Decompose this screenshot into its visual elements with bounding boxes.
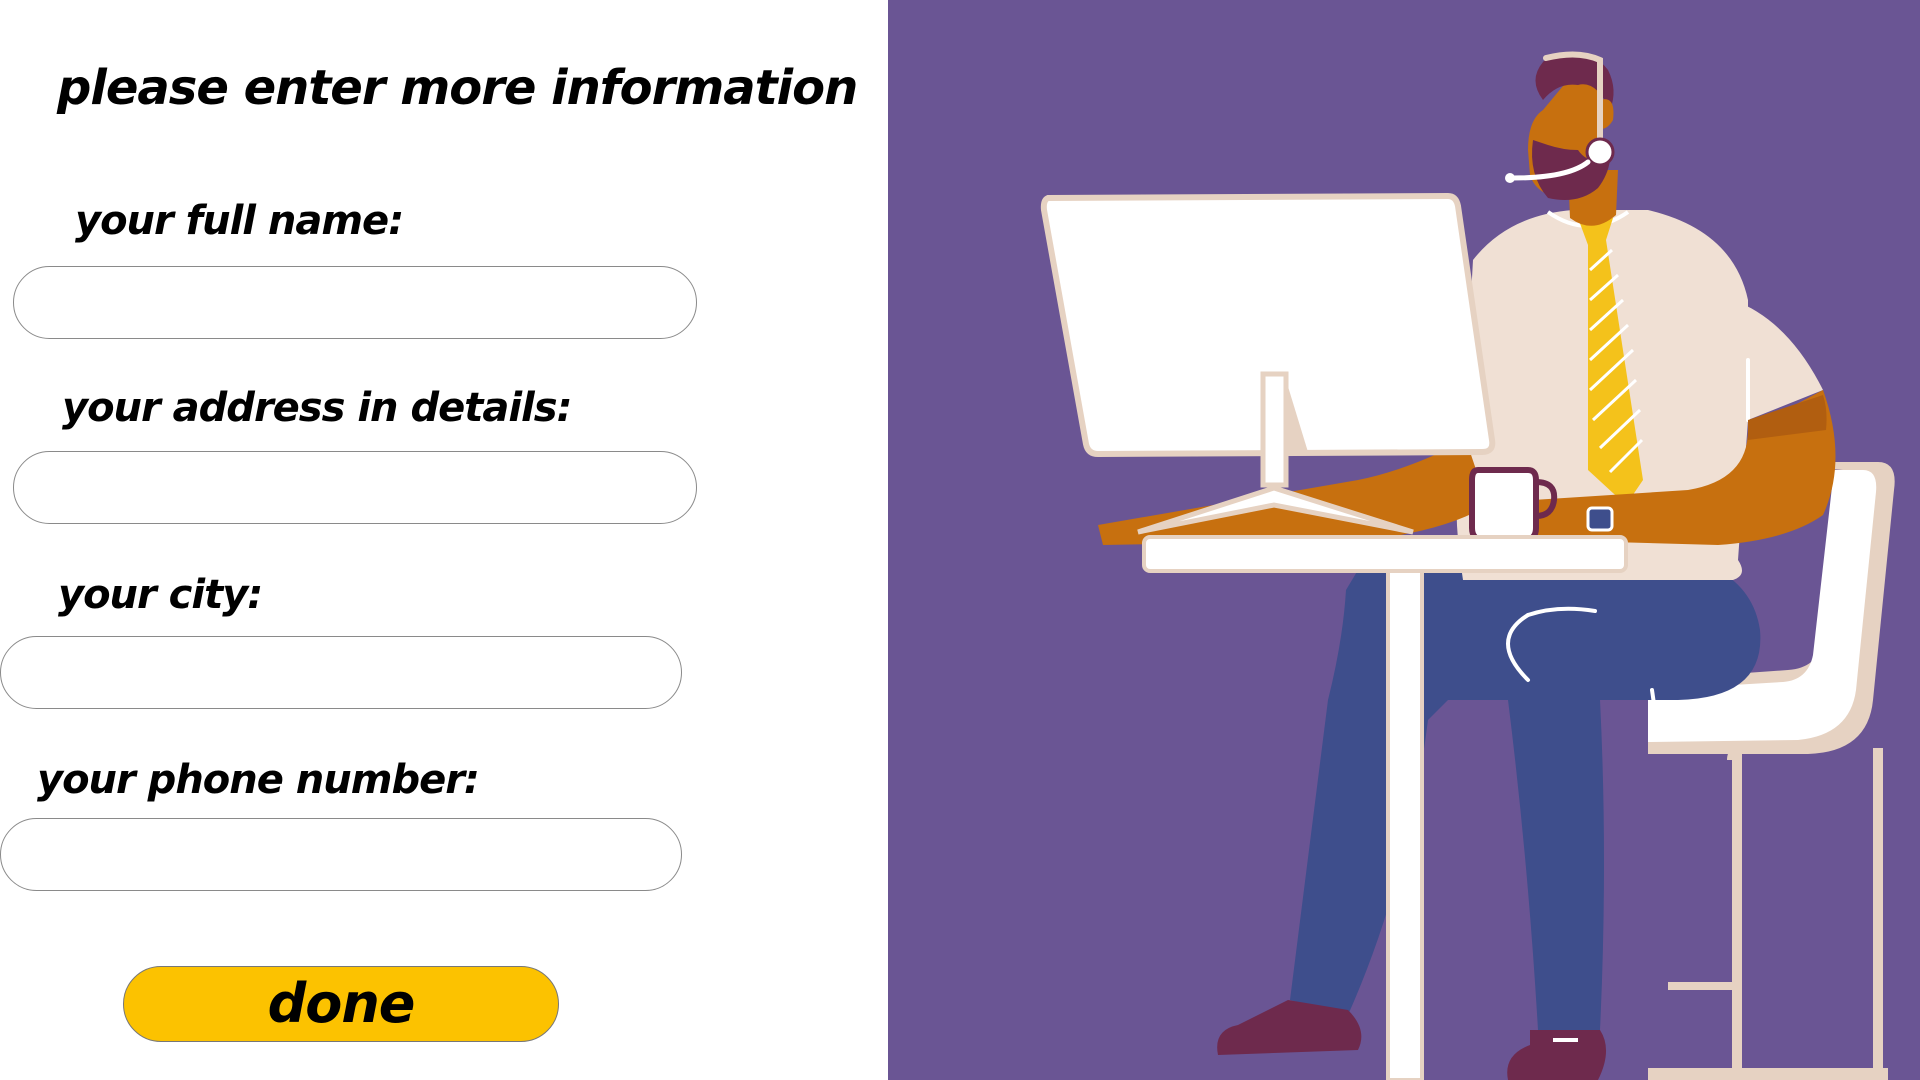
information-form: please enter more information your full … xyxy=(0,0,888,1080)
phone-number-label: your phone number: xyxy=(37,757,480,803)
page: please enter more information your full … xyxy=(0,0,1920,1080)
address-input[interactable] xyxy=(13,451,697,524)
full-name-input[interactable] xyxy=(13,266,697,339)
city-label: your city: xyxy=(58,572,263,618)
phone-number-input[interactable] xyxy=(0,818,682,891)
done-button[interactable]: done xyxy=(123,966,559,1042)
full-name-label: your full name: xyxy=(75,198,404,244)
support-agent-illustration xyxy=(888,0,1920,1080)
form-heading: please enter more information xyxy=(57,60,858,116)
address-label: your address in details: xyxy=(62,385,573,431)
pants-icon xyxy=(1290,570,1761,1030)
city-input[interactable] xyxy=(0,636,682,709)
support-agent-illustration-art xyxy=(1040,51,1895,1080)
